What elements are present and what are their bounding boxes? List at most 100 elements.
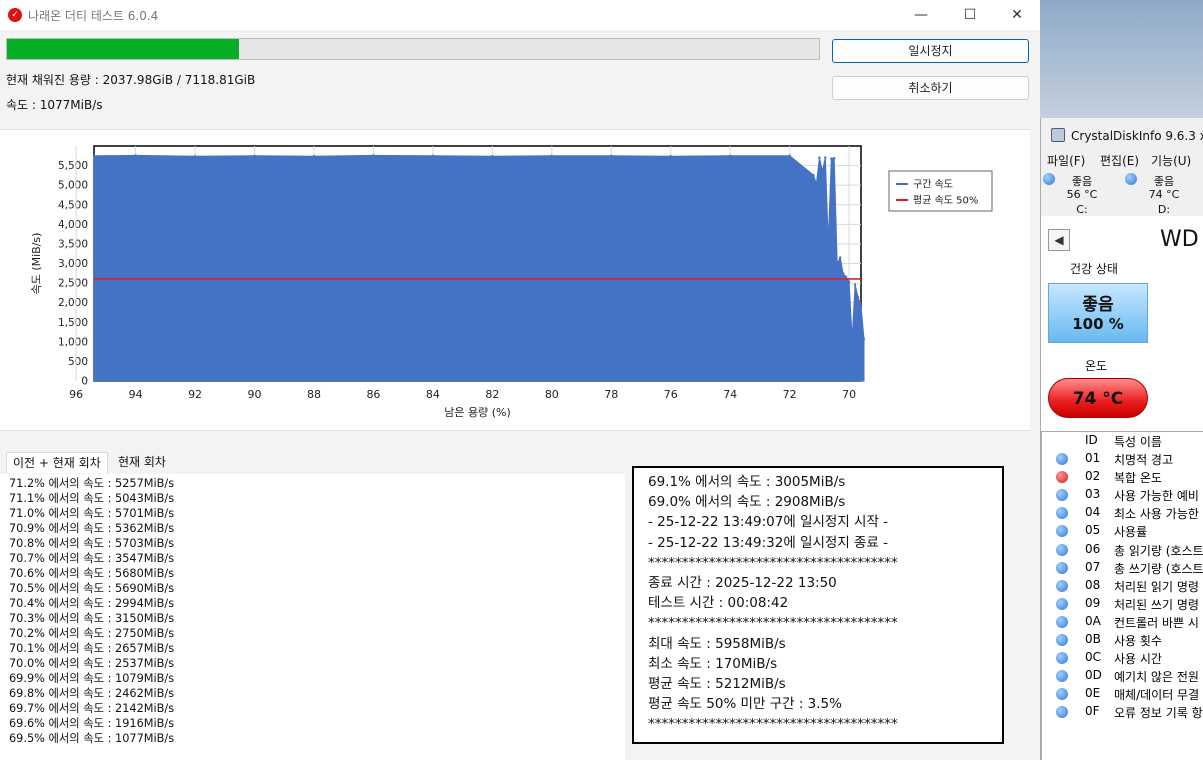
y-tick-label: 2,000 [58,297,88,309]
log-line: 70.4% 에서의 속도 : 2994MiB/s [9,597,175,610]
menu-file[interactable]: 파일(F) [1047,152,1085,169]
series-speed-point [312,154,316,158]
attr-id: 04 [1085,505,1101,520]
pause-button[interactable]: 일시정지 [832,39,1029,63]
prev-disk-button[interactable]: ◀ [1048,229,1070,251]
attr-status-icon [1056,507,1068,520]
attr-row[interactable]: 05 사용률 [1042,522,1203,540]
attr-row[interactable]: 0E 매체/데이터 무결 [1042,685,1203,703]
series-speed-area [93,154,865,382]
attr-row[interactable]: 0C 사용 시간 [1042,649,1203,667]
disk-d-status-icon [1125,173,1137,185]
attr-name: 사용 가능한 예비 [1114,489,1199,504]
attr-row[interactable]: 08 처리된 읽기 명령 [1042,577,1203,595]
x-tick-label: 84 [426,388,440,401]
log-line: 70.3% 에서의 속도 : 3150MiB/s [9,612,175,625]
series-speed-point [862,337,866,341]
log-line: 69.7% 에서의 속도 : 2142MiB/s [9,702,175,715]
disk-d-tab[interactable]: 좋음 74 °C D: [1123,171,1203,219]
log-line: 70.2% 에서의 속도 : 2750MiB/s [9,627,175,640]
disk-c-tab[interactable]: 좋음 56 °C C: [1041,171,1123,217]
attr-id: 06 [1085,541,1101,556]
x-tick-label: 70 [842,388,856,401]
attr-name: 처리된 읽기 명령 [1114,579,1199,594]
summary-line: - 25-12-22 13:49:07에 일시정지 시작 - [648,514,889,531]
attr-row[interactable]: 01 치명적 경고 [1042,450,1203,468]
series-speed-point [728,154,732,157]
summary-line: 평균 속도 : 5212MiB/s [648,676,786,693]
menu-function[interactable]: 기능(U) [1151,152,1191,169]
attr-id: 08 [1085,577,1101,592]
series-speed-point [838,256,842,259]
log-line: 71.0% 에서의 속도 : 5701MiB/s [9,507,175,520]
attr-row[interactable]: 0A 컨트롤러 바쁜 시 [1042,613,1203,631]
series-speed-point [193,154,197,158]
attr-status-icon [1056,688,1068,701]
series-speed-point [833,156,836,160]
attr-row[interactable]: 0B 사용 횟수 [1042,631,1203,649]
temperature-label: 온도 [1085,359,1108,373]
attr-row[interactable]: 04 최소 사용 가능한 [1042,504,1203,522]
series-speed-point [550,154,554,157]
attr-header-name: 특성 이름 [1114,435,1162,449]
attr-status-icon [1056,652,1068,665]
cdi-app-icon [1051,128,1065,142]
attr-row[interactable]: 02 복합 온도 [1042,468,1203,486]
fill-progress-bar [6,38,820,60]
series-speed-point [815,182,818,185]
series-speed-point [491,154,494,158]
attr-status-icon [1056,634,1068,647]
attr-status-icon [1056,579,1068,592]
x-tick-label: 88 [307,388,321,401]
attr-name: 총 쓰기량 (호스트 [1114,561,1203,576]
disk-c-status-icon [1043,173,1055,185]
log-tabs: 이전 + 현재 회차 현재 회차 [0,452,620,474]
attr-id: 01 [1085,451,1101,466]
log-line: 69.5% 에서의 속도 : 1077MiB/s [9,732,175,745]
y-tick-label: 5,500 [58,160,88,172]
smart-attribute-table[interactable]: ID 특성 이름 01 치명적 경고 02 복합 온도 03 사용 가능한 예비 04 최소 … [1041,431,1203,760]
filled-capacity-text: 현재 채워진 용량 : 2037.98GiB / 7118.81GiB [6,73,256,87]
log-line: 70.5% 에서의 속도 : 5690MiB/s [9,582,175,595]
cancel-button[interactable]: 취소하기 [832,76,1029,100]
attr-id: 07 [1085,559,1101,574]
attr-status-icon [1056,471,1068,484]
attr-row[interactable]: 03 사용 가능한 예비 [1042,486,1203,504]
attr-row[interactable]: 0D 예기치 않은 전원 [1042,667,1203,685]
attr-id: 09 [1085,595,1101,610]
series-speed-point [830,157,833,160]
log-line: 71.1% 에서의 속도 : 5043MiB/s [9,492,175,505]
attr-name: 오류 정보 기록 항 [1114,706,1203,721]
tab-prev-current[interactable]: 이전 + 현재 회차 [6,452,108,473]
attr-status-icon [1056,706,1068,719]
menu-edit[interactable]: 편집(E) [1100,152,1139,169]
attr-name: 사용 횟수 [1114,634,1162,649]
y-tick-label: 0 [81,376,88,388]
series-speed-point [610,154,613,157]
attr-name: 매체/데이터 무결 [1114,688,1200,703]
summary-line: ************************************* [648,716,898,733]
speed-log-list[interactable]: 71.2% 에서의 속도 : 5257MiB/s 71.1% 에서의 속도 : 5… [0,474,625,760]
close-button[interactable]: ✕ [994,0,1040,30]
summary-line: 평균 속도 50% 미만 구간 : 3.5% [648,696,842,713]
disk-c-temp: 56 °C [1066,188,1098,201]
attr-name: 예기치 않은 전원 [1114,670,1199,685]
attr-row[interactable]: 09 처리된 쓰기 명령 [1042,595,1203,613]
summary-line: 최소 속도 : 170MiB/s [648,655,778,672]
progress-fill [7,39,240,59]
crystaldiskinfo-window: CrystalDiskInfo 9.6.3 x64 파일(F) 편집(E) 기능… [1040,118,1203,760]
x-tick-label: 74 [723,388,737,401]
y-tick-label: 5,000 [58,180,88,192]
attr-row[interactable]: 07 총 쓰기량 (호스트 [1042,559,1203,577]
disk-d-temp: 74 °C [1148,188,1180,201]
health-percent: 100 % [1072,315,1124,333]
series-speed-point [253,154,256,157]
attr-status-icon [1056,670,1068,683]
speed-chart: 0 500 1,000 1,500 2,000 2,500 3,000 3,500 4,000 4… [30,145,993,419]
minimize-button[interactable]: — [898,0,944,30]
attr-row[interactable]: 0F 오류 정보 기록 항 [1042,703,1203,721]
summary-line: ************************************* [648,554,898,571]
maximize-button[interactable]: ☐ [947,0,993,30]
attr-row[interactable]: 06 총 읽기량 (호스트 [1042,541,1203,559]
tab-current[interactable]: 현재 회차 [112,452,172,472]
